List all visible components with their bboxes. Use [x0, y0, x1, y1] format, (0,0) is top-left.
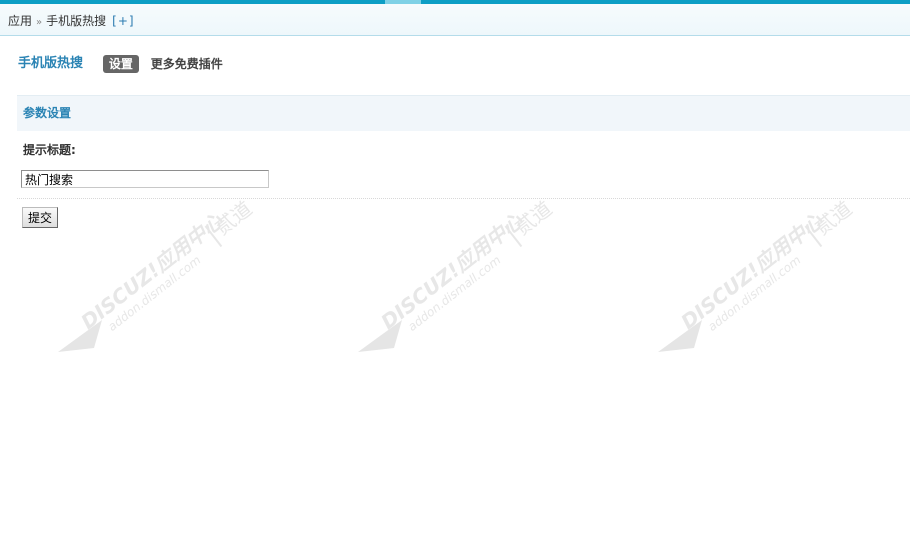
breadcrumb-bar: 应用 » 手机版热搜 [+]	[0, 4, 910, 36]
prompt-title-input[interactable]	[21, 170, 269, 188]
watermark-text-main: DISCUZ!应用中心	[76, 208, 228, 334]
watermark-text-main: DISCUZ!应用中心	[676, 208, 828, 334]
add-shortcut-button[interactable]: [+]	[112, 14, 134, 28]
breadcrumb-root[interactable]: 应用	[8, 14, 32, 28]
form-divider	[17, 198, 910, 199]
breadcrumb: 应用 » 手机版热搜 [+]	[8, 13, 135, 29]
submit-button[interactable]: 提交	[22, 207, 58, 228]
breadcrumb-current: 手机版热搜	[46, 14, 107, 28]
watermark-arrow-icon	[58, 320, 102, 352]
watermark-text-url: addon.dismall.com	[705, 253, 803, 334]
watermark-logo: DISCUZ!应用中心 addon.dismall.com 贰道	[658, 196, 857, 352]
breadcrumb-separator: »	[36, 17, 43, 28]
tab-settings[interactable]: 设置	[102, 54, 139, 73]
tab-more-free-plugins[interactable]: 更多免费插件	[151, 54, 223, 74]
watermark-text-main: DISCUZ!应用中心	[376, 208, 528, 334]
watermark-arrow-icon	[658, 320, 702, 352]
watermark-brand: 贰道	[810, 196, 856, 240]
plugin-header: 手机版热搜 设置 更多免费插件	[18, 53, 223, 73]
watermark-brand: 贰道	[210, 196, 256, 240]
watermark-logo: DISCUZ!应用中心 addon.dismall.com 贰道	[358, 196, 557, 352]
watermark-brand: 贰道	[510, 196, 556, 240]
watermark-text-url: addon.dismall.com	[405, 253, 503, 334]
plugin-title: 手机版热搜	[18, 55, 84, 71]
watermark-text-url: addon.dismall.com	[105, 253, 203, 334]
section-header: 参数设置	[17, 95, 910, 131]
watermark-arrow-icon	[358, 320, 402, 352]
watermark-logo: DISCUZ!应用中心 addon.dismall.com 贰道	[58, 196, 257, 352]
section-title: 参数设置	[23, 106, 72, 120]
field-label-prompt-title: 提示标题:	[23, 143, 76, 157]
